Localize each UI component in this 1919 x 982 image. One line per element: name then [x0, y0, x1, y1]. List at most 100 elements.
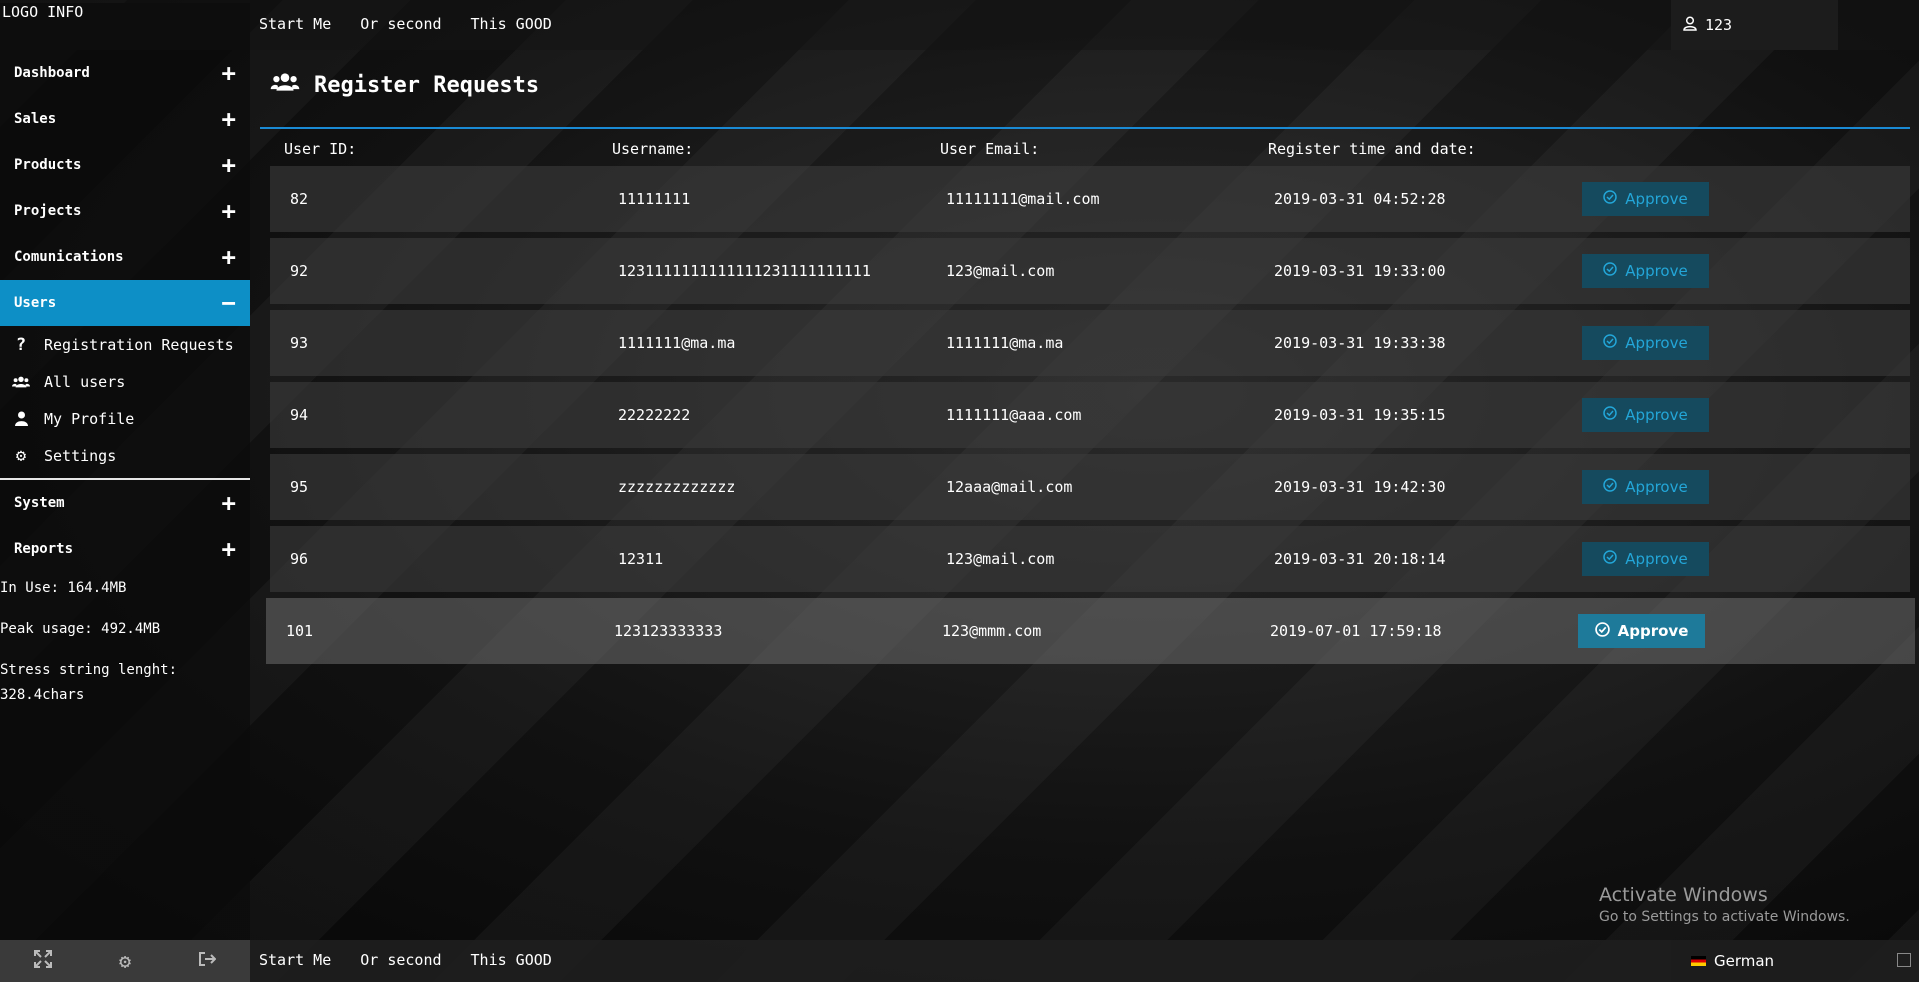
bottom-toolbar: ⚙ — [0, 940, 250, 982]
approve-label: Approve — [1617, 622, 1689, 640]
settings-gears-icon[interactable]: ⚙ — [119, 949, 131, 973]
approve-label: Approve — [1625, 262, 1688, 280]
cell-username: 11111111 — [618, 190, 691, 208]
bottom-nav-start-me[interactable]: Start Me — [259, 951, 331, 969]
table-row: 93 1111111@ma.ma 1111111@ma.ma 2019-03-3… — [270, 310, 1910, 376]
approve-label: Approve — [1625, 550, 1688, 568]
top-nav-this-good[interactable]: This GOOD — [471, 15, 552, 33]
table-header: User ID: Username: User Email: Register … — [284, 140, 1904, 158]
sidebar-item-label: Comunications — [14, 249, 124, 265]
german-flag-icon — [1691, 956, 1706, 966]
main-content: Register Requests User ID: Username: Use… — [250, 50, 1919, 940]
check-circle-icon — [1603, 478, 1618, 496]
sidebar-item-reports[interactable]: Reports + — [0, 526, 250, 572]
table-row: 92 1231111111111111231111111111 123@mail… — [270, 238, 1910, 304]
approve-button[interactable]: Approve — [1582, 470, 1709, 504]
sidebar-item-sales[interactable]: Sales + — [0, 96, 250, 142]
cell-date: 2019-03-31 19:42:30 — [1274, 478, 1446, 496]
language-label: German — [1714, 952, 1775, 970]
approve-button[interactable]: Approve — [1582, 326, 1709, 360]
cell-username: 1231111111111111231111111111 — [618, 262, 871, 280]
language-selector[interactable]: German — [1671, 940, 1819, 982]
cell-email: 12aaa@mail.com — [946, 478, 1073, 496]
approve-button[interactable]: Approve — [1578, 614, 1705, 648]
sidebar-subitem-label: All users — [44, 372, 126, 391]
keyboard-icon[interactable] — [1897, 953, 1911, 967]
bottom-bar: ⚙ Start Me Or second This GOOD German — [0, 940, 1919, 982]
approve-button[interactable]: Approve — [1582, 542, 1709, 576]
top-nav: Start Me Or second This GOOD — [259, 15, 552, 33]
approve-label: Approve — [1625, 406, 1688, 424]
column-header-username: Username: — [612, 140, 694, 158]
sidebar-subitem-settings[interactable]: ⚙ Settings — [0, 437, 250, 474]
sidebar-item-dashboard[interactable]: Dashboard + — [0, 50, 250, 96]
user-name: 123 — [1705, 16, 1733, 34]
cell-user-id: 93 — [290, 334, 309, 352]
cell-username: 22222222 — [618, 406, 691, 424]
top-nav-start-me[interactable]: Start Me — [259, 15, 331, 33]
cell-date: 2019-03-31 19:33:38 — [1274, 334, 1446, 352]
plus-icon: + — [221, 489, 236, 517]
sidebar-item-comunications[interactable]: Comunications + — [0, 234, 250, 280]
user-icon — [12, 411, 30, 426]
check-circle-icon — [1603, 190, 1618, 208]
stat-in-use: In Use: 164.4MB — [0, 580, 127, 596]
sidebar-item-label: Products — [14, 157, 82, 173]
sidebar: Dashboard + Sales + Products + Projects … — [0, 50, 250, 940]
sidebar-item-users[interactable]: Users − — [0, 280, 250, 326]
cell-user-id: 82 — [290, 190, 309, 208]
sidebar-subitem-label: Registration Requests — [44, 335, 234, 354]
sidebar-subitem-all-users[interactable]: All users — [0, 363, 250, 400]
plus-icon: + — [221, 243, 236, 271]
sidebar-item-label: Projects — [14, 203, 82, 219]
approve-button[interactable]: Approve — [1582, 182, 1709, 216]
users-group-icon — [270, 72, 300, 98]
sidebar-item-projects[interactable]: Projects + — [0, 188, 250, 234]
title-divider — [260, 127, 1910, 129]
sidebar-item-label: Reports — [14, 541, 74, 557]
approve-button[interactable]: Approve — [1582, 398, 1709, 432]
cell-date: 2019-03-31 04:52:28 — [1274, 190, 1446, 208]
bottom-nav-this-good[interactable]: This GOOD — [471, 951, 552, 969]
cell-username: 1111111@ma.ma — [618, 334, 736, 352]
check-circle-icon — [1603, 334, 1618, 352]
top-bar: LOGO INFO Start Me Or second This GOOD 1… — [0, 0, 1919, 50]
cell-user-id: 96 — [290, 550, 309, 568]
logo[interactable]: LOGO INFO — [0, 3, 250, 50]
top-nav-or-second[interactable]: Or second — [360, 15, 441, 33]
cell-user-id: 95 — [290, 478, 309, 496]
sidebar-item-label: Dashboard — [14, 65, 90, 81]
sidebar-item-system[interactable]: System + — [0, 480, 250, 526]
logout-icon[interactable] — [198, 951, 217, 971]
check-circle-icon — [1594, 621, 1610, 641]
approve-label: Approve — [1625, 478, 1688, 496]
stat-stress-string: Stress string lenght: 328.4chars — [0, 662, 178, 703]
sidebar-item-products[interactable]: Products + — [0, 142, 250, 188]
check-circle-icon — [1603, 262, 1618, 280]
sidebar-subitem-label: Settings — [44, 446, 117, 465]
cell-user-id: 101 — [286, 622, 314, 640]
sidebar-subitem-my-profile[interactable]: My Profile — [0, 400, 250, 437]
users-submenu: ? Registration Requests All users My Pro… — [0, 326, 250, 480]
bottom-nav-or-second[interactable]: Or second — [360, 951, 441, 969]
approve-button[interactable]: Approve — [1582, 254, 1709, 288]
cell-email: 123@mmm.com — [942, 622, 1042, 640]
user-menu[interactable]: 123 — [1671, 0, 1838, 50]
cell-email: 11111111@mail.com — [946, 190, 1100, 208]
check-circle-icon — [1603, 550, 1618, 568]
table-row-hovered: 101 123123333333 123@mmm.com 2019-07-01 … — [266, 598, 1915, 664]
cell-email: 123@mail.com — [946, 550, 1055, 568]
cell-date: 2019-03-31 20:18:14 — [1274, 550, 1446, 568]
user-icon — [1683, 15, 1697, 35]
question-icon: ? — [15, 334, 27, 355]
table-row: 94 22222222 1111111@aaa.com 2019-03-31 1… — [270, 382, 1910, 448]
table-row: 82 11111111 11111111@mail.com 2019-03-31… — [270, 166, 1910, 232]
fullscreen-icon[interactable] — [33, 950, 52, 972]
sidebar-item-label: Users — [14, 295, 57, 311]
page-title-text: Register Requests — [314, 72, 540, 98]
sidebar-subitem-registration-requests[interactable]: ? Registration Requests — [0, 326, 250, 363]
column-header-register-date: Register time and date: — [1268, 140, 1476, 158]
users-group-icon — [12, 375, 30, 389]
sidebar-item-label: System — [14, 495, 65, 511]
memory-stats: In Use: 164.4MB Peak usage: 492.4MB Stre… — [0, 572, 250, 708]
